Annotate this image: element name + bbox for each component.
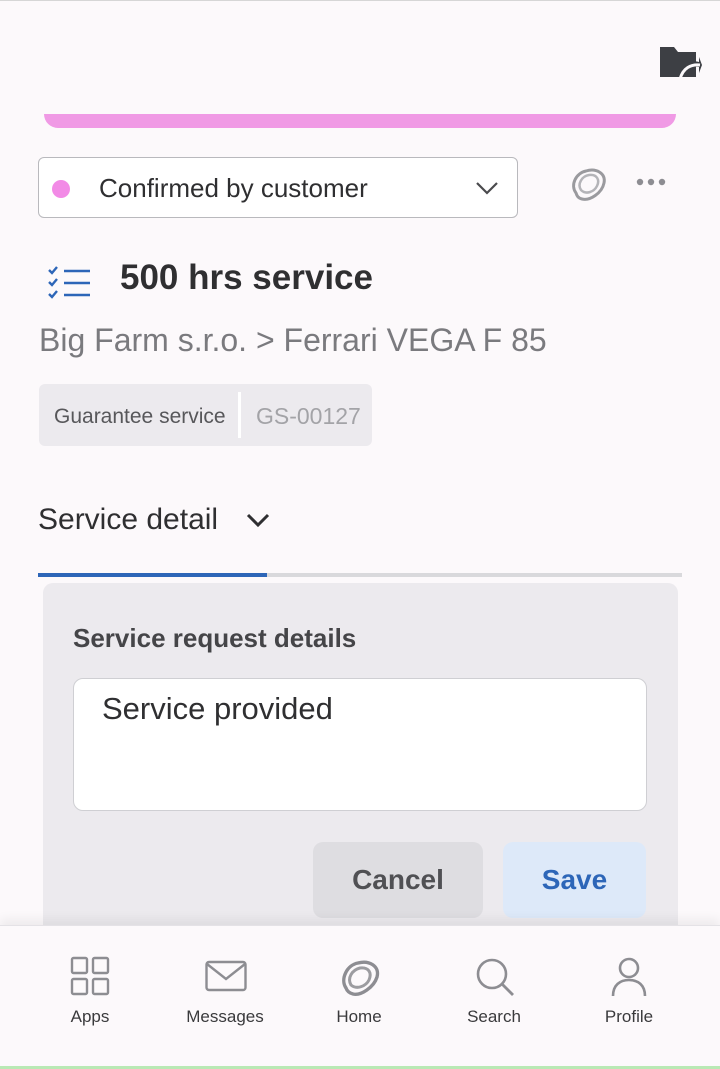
card-title: Service request details [73, 623, 357, 653]
section-progress-fill [38, 573, 267, 577]
tag-group: Guarantee service GS-00127 [39, 384, 372, 446]
chevron-down-icon [244, 511, 272, 531]
app-logo-icon[interactable] [568, 163, 610, 205]
nav-item-search[interactable]: Search [434, 956, 554, 1036]
nav-item-profile[interactable]: Profile [569, 956, 689, 1036]
nav-label-messages: Messages [186, 1007, 264, 1026]
tag-divider [238, 392, 241, 438]
save-button[interactable]: Save [503, 842, 646, 918]
chevron-down-icon [475, 178, 499, 198]
profile-icon [609, 956, 649, 997]
nav-label-search: Search [467, 1007, 521, 1026]
service-request-card: Service request details Cancel Save [43, 583, 678, 943]
nav-label-profile: Profile [604, 1007, 654, 1026]
service-type-tag: Guarantee service [54, 405, 226, 428]
search-icon [474, 956, 514, 996]
status-value: Confirmed by customer [99, 173, 368, 203]
nav-label-apps: Apps [70, 1007, 110, 1026]
folder-back-icon[interactable] [658, 43, 702, 85]
status-dropdown[interactable]: Confirmed by customer [38, 157, 518, 218]
nav-item-home[interactable]: Home [299, 956, 419, 1036]
status-dot [52, 180, 70, 198]
nav-item-messages[interactable]: Messages [165, 956, 285, 1036]
section-label: Service detail [38, 503, 219, 536]
checklist-icon [46, 262, 92, 304]
top-bar [0, 0, 720, 125]
bottom-nav: Apps Messages Home Search Profile [0, 925, 720, 1069]
service-detail-toggle[interactable]: Service detail [38, 500, 278, 544]
nav-item-apps[interactable]: Apps [30, 956, 150, 1036]
nav-label-home: Home [336, 1007, 382, 1026]
more-horizontal-icon[interactable] [632, 168, 670, 196]
status-accent-band [44, 114, 676, 128]
home-logo-icon [339, 956, 380, 996]
apps-grid-icon [70, 956, 110, 996]
mail-icon [205, 956, 247, 996]
cancel-button[interactable]: Cancel [313, 842, 483, 918]
section-progress-track [38, 573, 682, 577]
service-request-input[interactable] [73, 678, 647, 811]
breadcrumb: Big Farm s.r.o. > Ferrari VEGA F 85 [39, 322, 547, 358]
service-id-tag: GS-00127 [256, 403, 361, 429]
page-title: 500 hrs service [120, 258, 373, 297]
